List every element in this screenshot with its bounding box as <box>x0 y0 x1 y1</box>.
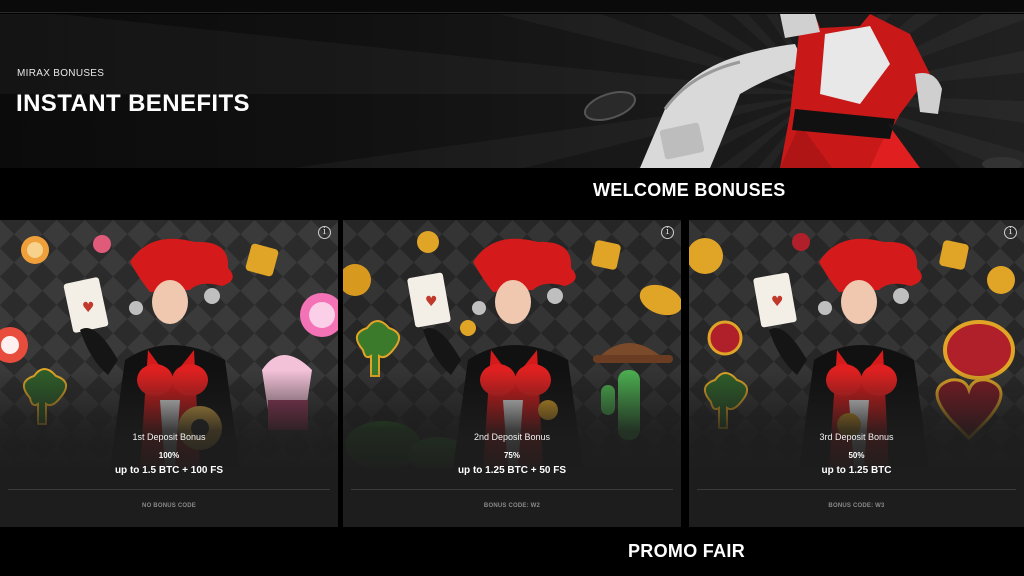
svg-text:♥: ♥ <box>82 300 95 316</box>
promo-fair-heading: PROMO FAIR <box>628 541 746 561</box>
bonus-amount: up to 1.5 BTC + 100 FS <box>114 465 224 476</box>
bonus-card-1[interactable]: ♥ i 1st Deposit Bonus 100% up to 1.5 BTC… <box>0 220 338 527</box>
hero-eyebrow: MIRAX BONUSES <box>17 68 105 79</box>
svg-text:♥: ♥ <box>425 294 438 310</box>
info-icon[interactable]: i <box>661 226 674 239</box>
card-overlay <box>343 370 681 480</box>
card-divider <box>351 489 673 490</box>
card-overlay <box>689 370 1024 480</box>
bonus-percent: 100% <box>158 451 180 460</box>
bonus-name: 3rd Deposit Bonus <box>819 432 894 442</box>
bonus-name: 1st Deposit Bonus <box>132 432 206 442</box>
bonus-percent: 50% <box>848 451 865 460</box>
bonus-percent: 75% <box>503 451 520 460</box>
info-icon[interactable]: i <box>318 226 331 239</box>
bonus-amount: up to 1.25 BTC <box>821 465 892 476</box>
bonus-code: NO BONUS CODE <box>142 503 196 509</box>
top-bar <box>0 0 1024 13</box>
hero-banner: MIRAX BONUSES INSTANT BENEFITS <box>0 14 1024 168</box>
card-overlay <box>0 370 338 480</box>
hero-jester-illustration <box>583 14 1022 168</box>
card-divider <box>697 489 1016 490</box>
bonus-card-3[interactable]: ♥ i 3rd Deposit Bonus 50% up to 1.25 BTC… <box>689 220 1024 527</box>
bonus-name: 2nd Deposit Bonus <box>473 432 551 442</box>
welcome-bonuses-heading: WELCOME BONUSES <box>593 180 786 200</box>
info-icon[interactable]: i <box>1004 226 1017 239</box>
bonus-amount: up to 1.25 BTC + 50 FS <box>457 465 567 476</box>
svg-text:♥: ♥ <box>771 294 784 310</box>
bonus-code: BONUS CODE: W3 <box>828 503 885 509</box>
bonus-card-2[interactable]: ♥ i 2nd Deposit Bonus 75% up to 1.25 BTC… <box>343 220 681 527</box>
page-title: INSTANT BENEFITS <box>16 90 250 117</box>
card-divider <box>8 489 330 490</box>
bonus-code: BONUS CODE: W2 <box>483 503 541 509</box>
